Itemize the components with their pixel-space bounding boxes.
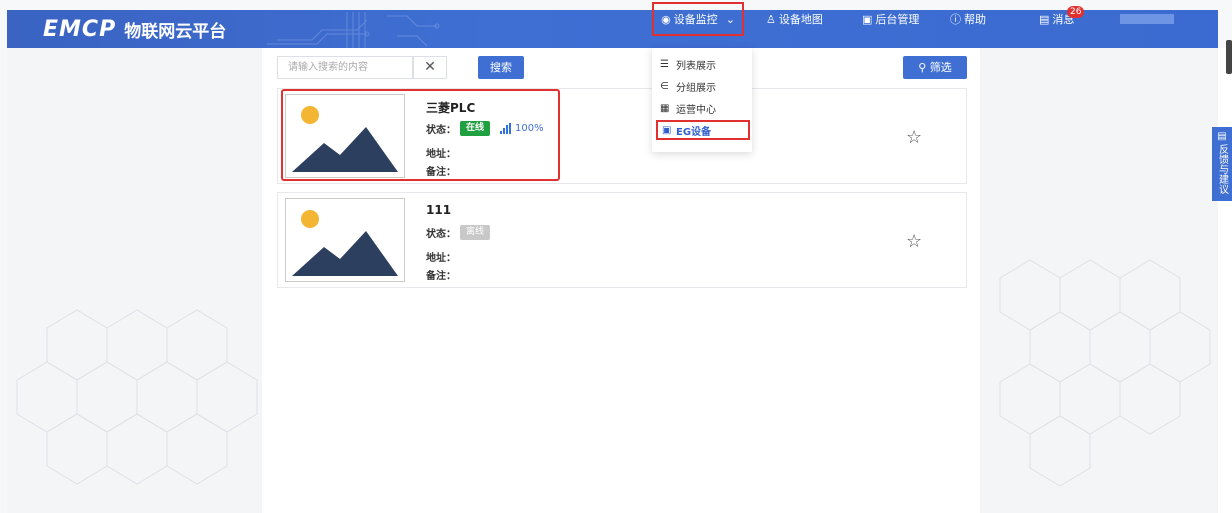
- message-icon: ▤: [1039, 12, 1050, 26]
- circuit-decoration: [267, 12, 440, 48]
- search-input[interactable]: 请输入搜索的内容: [277, 56, 413, 79]
- nav-device-monitor[interactable]: ◉ 设备监控 ⌄: [652, 2, 744, 36]
- search-button[interactable]: 搜索: [478, 56, 524, 79]
- device-address-row: 地址：: [426, 249, 456, 264]
- logo-mark: EMCP: [43, 16, 117, 42]
- scroll-handle[interactable]: [1226, 40, 1232, 74]
- logo: EMCP 物联网云平台: [43, 16, 226, 42]
- dropdown-item-label: 分组展示: [676, 82, 716, 94]
- dropdown-item-eg-device[interactable]: ▣ EG设备: [656, 120, 750, 140]
- feedback-label: 反馈与建议: [1216, 144, 1228, 194]
- note-label: 备注：: [426, 271, 456, 282]
- dropdown-item-label: EG设备: [676, 126, 712, 138]
- device-thumbnail: [285, 198, 405, 282]
- dropdown-item-label: 列表展示: [676, 60, 716, 72]
- dashboard-icon: ▦: [660, 102, 670, 114]
- highlight-box: [281, 89, 560, 181]
- address-label: 地址：: [426, 253, 456, 264]
- nav-device-map[interactable]: ♙ 设备地图: [766, 0, 823, 38]
- chevron-down-icon: ⌄: [725, 12, 735, 26]
- device-note-row: 备注：: [426, 267, 456, 282]
- filter-button[interactable]: ⚲ 筛选: [903, 56, 967, 79]
- filter-button-label: 筛选: [929, 61, 952, 74]
- nav-messages[interactable]: ▤ 消息: [1039, 0, 1074, 38]
- favorite-star-icon[interactable]: ☆: [906, 231, 922, 252]
- list-icon: ☰: [660, 58, 669, 70]
- nav-admin-label: 后台管理: [875, 13, 920, 26]
- nav-admin[interactable]: ▣ 后台管理: [862, 0, 919, 38]
- group-icon: ∈: [660, 80, 669, 92]
- device-icon: ▣: [662, 124, 672, 136]
- search-icon: ⚲: [918, 61, 927, 74]
- nav-help-label: 帮助: [964, 13, 986, 26]
- hexagon-pattern: [16, 309, 258, 485]
- device-monitor-dropdown: ☰ 列表展示 ∈ 分组展示 ▦ 运营中心 ▣ EG设备: [652, 48, 752, 152]
- nav-help[interactable]: ⓘ 帮助: [950, 0, 986, 38]
- feedback-icon: ▤: [1217, 131, 1227, 142]
- left-background: [7, 48, 262, 513]
- dropdown-item-list-view[interactable]: ☰ 列表展示: [652, 54, 752, 74]
- device-status-row: 状态： 离线: [426, 225, 491, 240]
- dropdown-item-group-view[interactable]: ∈ 分组展示: [652, 76, 752, 96]
- message-count-badge: 26: [1067, 6, 1085, 18]
- dropdown-item-label: 运营中心: [676, 104, 716, 116]
- right-background: [980, 48, 1218, 513]
- top-navigation-bar: EMCP 物联网云平台: [7, 10, 1218, 48]
- status-badge: 离线: [460, 225, 491, 240]
- device-name: 111: [426, 203, 452, 217]
- status-label: 状态：: [426, 229, 456, 240]
- favorite-star-icon[interactable]: ☆: [906, 127, 922, 148]
- monitor-icon: ▣: [862, 12, 873, 26]
- logo-text: 物联网云平台: [124, 21, 227, 42]
- dropdown-item-operation-center[interactable]: ▦ 运营中心: [652, 98, 752, 118]
- right-edge-strip: [1218, 48, 1232, 513]
- location-pin-icon: ◉: [661, 12, 671, 26]
- device-card[interactable]: 111 状态： 离线 地址： 备注： ☆: [277, 192, 967, 288]
- user-name-blurred[interactable]: [1120, 14, 1174, 24]
- feedback-tab[interactable]: ▤ 反馈与建议: [1212, 127, 1232, 201]
- hexagon-pattern: [999, 259, 1211, 487]
- user-icon: ♙: [766, 12, 776, 26]
- image-placeholder-icon: [292, 210, 398, 276]
- nav-device-monitor-label: 设备监控: [673, 13, 718, 26]
- clear-search-button[interactable]: ✕: [413, 56, 447, 79]
- help-icon: ⓘ: [950, 13, 961, 26]
- nav-device-map-label: 设备地图: [778, 13, 823, 26]
